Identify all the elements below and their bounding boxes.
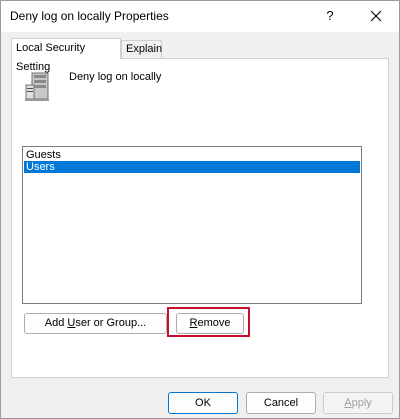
close-icon	[370, 10, 382, 22]
add-button-prefix: Add	[44, 317, 68, 329]
add-user-or-group-button[interactable]: Add User or Group...	[24, 313, 167, 334]
help-button[interactable]: ?	[319, 4, 341, 28]
ok-button[interactable]: OK	[168, 392, 238, 414]
remove-button-suffix: emove	[197, 317, 231, 329]
apply-button-suffix: pply	[351, 396, 372, 409]
users-groups-listbox[interactable]: Guests Users	[22, 146, 362, 304]
title-bar: Deny log on locally Properties ?	[1, 1, 399, 32]
add-button-suffix: ser or Group...	[75, 317, 147, 329]
dialog-footer: OK Cancel Apply	[1, 384, 399, 418]
window-title: Deny log on locally Properties	[10, 9, 169, 23]
list-item-users[interactable]: Users	[24, 161, 360, 173]
policy-name: Deny log on locally	[69, 71, 162, 83]
apply-button[interactable]: Apply	[323, 392, 393, 414]
tab-panel: Deny log on locally Guests Users Add Use…	[11, 58, 389, 378]
list-item-guests[interactable]: Guests	[24, 149, 360, 161]
tab-local-security-setting[interactable]: Local Security Setting	[11, 38, 121, 73]
close-button[interactable]	[353, 1, 399, 31]
cancel-button[interactable]: Cancel	[246, 392, 316, 414]
remove-button[interactable]: Remove	[176, 313, 244, 334]
tab-explain[interactable]: Explain	[121, 40, 162, 59]
apply-button-accelerator: A	[344, 396, 352, 409]
properties-dialog: Deny log on locally Properties ? Local S…	[0, 0, 400, 419]
